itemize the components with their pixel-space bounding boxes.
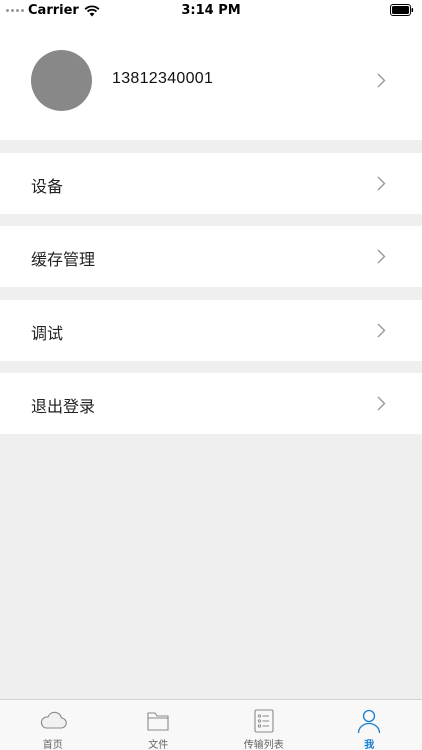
profile-phone: 13812340001	[112, 70, 214, 87]
person-icon	[358, 709, 381, 734]
list-icon	[254, 709, 274, 733]
chevron-right-icon	[377, 249, 386, 264]
menu-item-label: 退出登录	[31, 397, 96, 416]
tab-transfer-list[interactable]: 传输列表	[211, 700, 317, 750]
tab-label: 我	[364, 740, 375, 750]
tab-me[interactable]: 我	[317, 700, 422, 750]
avatar[interactable]	[31, 50, 92, 111]
tab-label: 首页	[42, 740, 63, 750]
chevron-right-icon	[377, 73, 386, 88]
menu-item-device[interactable]: 设备	[0, 153, 422, 214]
menu-item-label: 缓存管理	[31, 250, 96, 269]
tab-home[interactable]: 首页	[0, 700, 106, 750]
tab-label: 传输列表	[243, 740, 284, 750]
status-bar: Carrier 3:14 PM	[0, 0, 422, 22]
screen: Carrier 3:14 PM 13812340001 设备 缓存管理 调试 退…	[0, 0, 422, 750]
chevron-right-icon	[377, 396, 386, 411]
tab-bar: 首页 文件 传输列表 我	[0, 699, 422, 750]
cloud-icon	[40, 711, 67, 729]
tab-files[interactable]: 文件	[106, 700, 212, 750]
menu-item-logout[interactable]: 退出登录	[0, 373, 422, 434]
menu-item-label: 调试	[31, 324, 64, 343]
menu-item-cache-management[interactable]: 缓存管理	[0, 226, 422, 287]
status-time: 3:14 PM	[181, 3, 241, 18]
tab-label: 文件	[148, 740, 169, 750]
folder-icon	[147, 712, 169, 731]
chevron-right-icon	[377, 323, 386, 338]
chevron-right-icon	[377, 176, 386, 191]
menu-item-label: 设备	[31, 177, 64, 196]
battery-icon	[390, 4, 414, 16]
menu-item-debug[interactable]: 调试	[0, 300, 422, 361]
profile-row[interactable]: 13812340001	[0, 22, 422, 140]
